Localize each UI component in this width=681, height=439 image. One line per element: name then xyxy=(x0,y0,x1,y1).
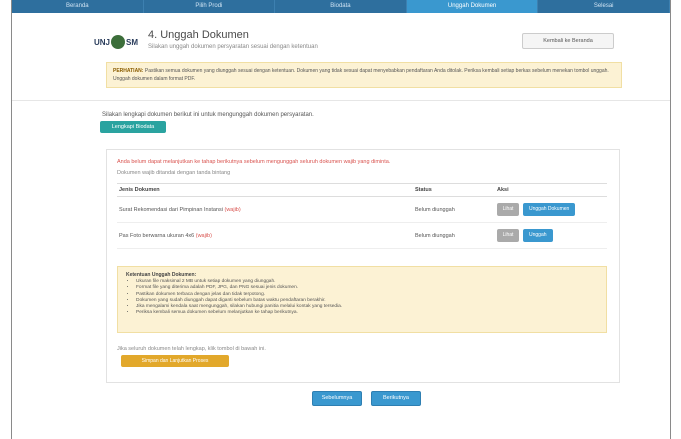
documents-table: Jenis Dokumen Status Aksi Surat Rekomend… xyxy=(117,183,607,249)
logo: UNJ SM xyxy=(94,33,142,51)
logo-emblem-icon xyxy=(111,35,126,49)
document-name: Pas Foto berwarna ukuran 4x6 (wajib) xyxy=(117,233,415,239)
save-continue-button[interactable]: Simpan dan Lanjutkan Proses xyxy=(121,355,229,367)
nav-step-3[interactable]: Biodata xyxy=(275,0,407,13)
upload-card: Anda belum dapat melanjutkan ke tahap be… xyxy=(106,149,620,383)
logo-text-left: UNJ xyxy=(94,37,111,47)
table-row: Surat Rekomendasi dari Pimpinan Instansi… xyxy=(117,197,607,223)
page-title: 4. Unggah Dokumen xyxy=(148,29,249,41)
nav-step-4[interactable]: Unggah Dokumen xyxy=(406,0,539,13)
table-header: Jenis Dokumen Status Aksi xyxy=(117,183,607,197)
upload-warning: Anda belum dapat melanjutkan ke tahap be… xyxy=(117,159,391,165)
attention-note: PERHATIAN: Pastikan semua dokumen yang d… xyxy=(106,62,622,88)
col-document: Jenis Dokumen xyxy=(119,187,160,193)
table-row: Pas Foto berwarna ukuran 4x6 (wajib) Bel… xyxy=(117,223,607,249)
upload-button[interactable]: Unggah Dokumen xyxy=(523,203,576,216)
page-frame: Beranda Pilih Prodi Biodata Unggah Dokum… xyxy=(11,0,671,439)
upload-rules-notice: Ketentuan Unggah Dokumen: Ukuran file ma… xyxy=(117,266,607,333)
document-name: Surat Rekomendasi dari Pimpinan Instansi… xyxy=(117,207,415,213)
document-label: Surat Rekomendasi dari Pimpinan Instansi xyxy=(119,206,223,213)
previous-button[interactable]: Sebelumnya xyxy=(312,391,362,406)
top-navigation: Beranda Pilih Prodi Biodata Unggah Dokum… xyxy=(12,0,670,13)
nav-step-1[interactable]: Beranda xyxy=(12,0,144,13)
row-actions: Lihat Unggah Dokumen xyxy=(497,203,607,216)
view-button[interactable]: Lihat xyxy=(497,229,519,242)
row-actions: Lihat Unggah xyxy=(497,229,607,242)
document-status: Belum diunggah xyxy=(415,206,455,213)
next-button[interactable]: Berikutnya xyxy=(371,391,421,406)
required-mark: (wajib) xyxy=(224,206,241,213)
view-button[interactable]: Lihat xyxy=(497,203,519,216)
col-action: Aksi xyxy=(497,187,509,193)
col-status: Status xyxy=(415,187,432,193)
page-header: UNJ SM 4. Unggah Dokumen Silakan unggah … xyxy=(94,27,614,57)
notice-item: Periksa kembali semua dokumen sebelum me… xyxy=(136,310,598,316)
intro-text: Silakan lengkapi dokumen berikut ini unt… xyxy=(102,112,314,118)
attention-label: PERHATIAN: xyxy=(113,68,144,74)
complete-biodata-button[interactable]: Lengkapi Biodata xyxy=(100,121,166,133)
nav-step-2[interactable]: Pilih Prodi xyxy=(144,0,276,13)
nav-step-5[interactable]: Selesai xyxy=(538,0,670,13)
required-mark: (wajib) xyxy=(195,232,212,239)
document-label: Pas Foto berwarna ukuran 4x6 xyxy=(119,232,195,239)
upload-button[interactable]: Unggah xyxy=(523,229,553,242)
pagination-buttons: Sebelumnya Berikutnya xyxy=(312,391,421,406)
divider xyxy=(12,100,670,101)
attention-text: Pastikan semua dokumen yang diunggah ses… xyxy=(113,68,609,82)
back-to-home-button[interactable]: Kembali ke Beranda xyxy=(522,33,614,49)
notice-title: Ketentuan Unggah Dokumen: xyxy=(126,272,197,278)
notice-list: Ukuran file maksimal 2 MB untuk setiap d… xyxy=(126,279,598,316)
upload-subnote: Dokumen wajib ditandai dengan tanda bint… xyxy=(117,170,231,176)
logo-text-right: SM xyxy=(126,37,139,47)
document-status: Belum diunggah xyxy=(415,232,455,239)
proceed-text: Jika seluruh dokumen telah lengkap, klik… xyxy=(117,346,266,352)
page-subtitle: Silakan unggah dokumen persyaratan sesua… xyxy=(148,44,318,50)
